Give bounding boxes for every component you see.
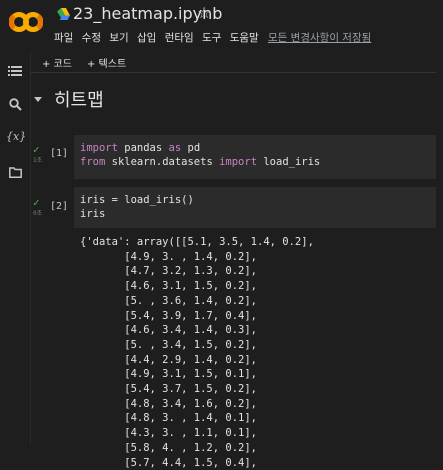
- output-line: [4.4, 2.9, 1.4, 0.2],: [80, 353, 258, 366]
- code-token: iris = load_iris(): [80, 194, 194, 206]
- code-line: iris: [80, 207, 194, 221]
- keyword-token: from: [80, 156, 106, 168]
- code-cell-2[interactable]: iris = load_iris()iris: [74, 187, 443, 228]
- folder-icon[interactable]: [8, 167, 22, 181]
- output-line: [4.9, 3.1, 1.5, 0.1],: [80, 368, 258, 381]
- output-line: [5.7, 4.4, 1.5, 0.4],: [80, 456, 258, 469]
- cell-1-run-area[interactable]: ✓ 1초 [1]: [31, 143, 75, 177]
- output-line: [5. , 3.4, 1.5, 0.2],: [80, 338, 258, 351]
- left-sidebar: {x}: [0, 52, 31, 445]
- cell-output: {'data': array([[5.1, 3.5, 1.4, 0.2], [4…: [80, 235, 314, 470]
- code-token: pandas: [117, 142, 169, 154]
- code-token: sklearn.datasets: [105, 156, 220, 168]
- collapse-caret-icon[interactable]: [34, 96, 42, 102]
- code-token: pd: [181, 142, 201, 154]
- keyword-token: import: [80, 142, 118, 154]
- output-line: [5.4, 3.7, 1.5, 0.2],: [80, 383, 258, 396]
- code-line: import pandas as pd: [80, 141, 320, 155]
- execution-count: [2]: [50, 201, 69, 212]
- notebook-toolbar: + 코드 + 텍스트: [31, 52, 443, 73]
- menu-edit[interactable]: 수정: [82, 32, 101, 44]
- output-line: {'data': array([[5.1, 3.5, 1.4, 0.2],: [80, 236, 314, 248]
- output-line: [5. , 3.6, 1.4, 0.2],: [80, 294, 258, 307]
- code-editor[interactable]: iris = load_iris()iris: [80, 193, 194, 221]
- menu-bar: 파일 수정 보기 삽입 런타임 도구 도움말 모든 변경사항이 저장됨: [54, 30, 376, 45]
- drive-icon: [57, 8, 70, 20]
- menu-insert[interactable]: 삽입: [137, 32, 156, 44]
- scrollbar[interactable]: [436, 72, 443, 445]
- table-of-contents-icon[interactable]: [8, 65, 22, 79]
- variables-icon[interactable]: {x}: [6, 130, 26, 144]
- run-time: 1초: [33, 157, 43, 164]
- code-line: from sklearn.datasets import load_iris: [80, 155, 320, 169]
- star-icon[interactable]: ☆: [197, 3, 211, 22]
- execution-count: [1]: [50, 148, 69, 159]
- add-text-button[interactable]: + 텍스트: [87, 55, 126, 70]
- output-line: [4.3, 3. , 1.1, 0.1],: [80, 427, 258, 440]
- saved-status[interactable]: 모든 변경사항이 저장됨: [268, 32, 371, 44]
- add-code-button[interactable]: + 코드: [42, 55, 72, 70]
- code-cell-1[interactable]: import pandas as pd from sklearn.datasets…: [74, 135, 443, 179]
- menu-runtime[interactable]: 런타임: [165, 32, 194, 44]
- menu-view[interactable]: 보기: [109, 32, 128, 44]
- output-line: [4.6, 3.1, 1.5, 0.2],: [80, 280, 258, 293]
- cell-2-run-area[interactable]: ✓ 0초 [2]: [31, 196, 75, 230]
- colab-logo-icon[interactable]: [9, 9, 43, 35]
- run-time: 0초: [33, 210, 43, 217]
- keyword-token: import: [219, 156, 258, 168]
- code-token: load_iris: [257, 156, 321, 168]
- code-line: iris = load_iris(): [80, 193, 194, 207]
- output-line: [4.8, 3. , 1.4, 0.1],: [80, 412, 258, 425]
- code-editor[interactable]: import pandas as pd from sklearn.datasets…: [80, 141, 320, 169]
- section-title: 히트맵: [54, 90, 104, 111]
- menu-tools[interactable]: 도구: [202, 32, 221, 44]
- output-line: [4.7, 3.2, 1.3, 0.2],: [80, 265, 258, 278]
- output-line: [5.8, 4. , 1.2, 0.2],: [80, 441, 258, 454]
- menu-help[interactable]: 도움말: [230, 32, 259, 44]
- search-icon[interactable]: [8, 98, 22, 112]
- output-line: [4.8, 3.4, 1.6, 0.2],: [80, 397, 258, 410]
- output-line: [5.4, 3.9, 1.7, 0.4],: [80, 309, 258, 322]
- section-heading: 히트맵: [34, 86, 104, 112]
- menu-file[interactable]: 파일: [54, 32, 73, 44]
- output-line: [4.6, 3.4, 1.4, 0.3],: [80, 324, 258, 337]
- code-token: iris: [80, 208, 106, 220]
- keyword-token: as: [168, 142, 182, 154]
- output-line: [4.9, 3. , 1.4, 0.2],: [80, 250, 258, 263]
- top-bar: 23_heatmap.ipynb ☆ 파일 수정 보기 삽입 런타임 도구 도움…: [0, 0, 443, 52]
